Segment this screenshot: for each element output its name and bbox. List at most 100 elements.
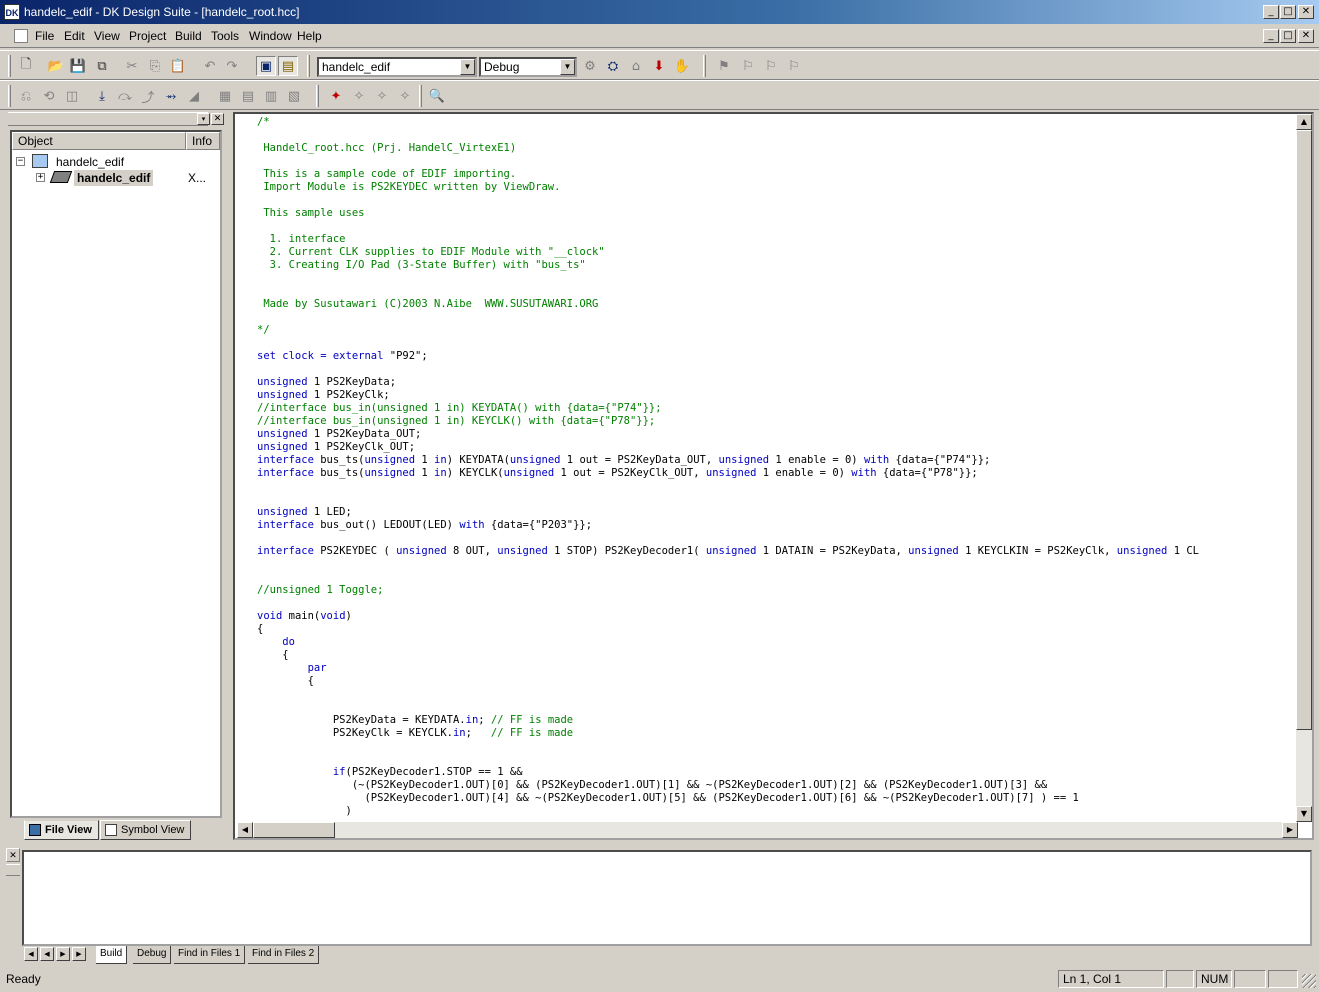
save-icon[interactable]: 💾	[68, 56, 88, 76]
project-combo[interactable]: handelc_edif ▼	[317, 57, 477, 77]
open-folder-icon[interactable]: 📂	[46, 56, 66, 76]
menu-project[interactable]: Project	[129, 29, 166, 43]
output-text[interactable]	[22, 850, 1312, 946]
bookmark-clear-icon[interactable]: ⚐	[784, 56, 804, 76]
code-line[interactable]	[257, 129, 1299, 142]
menu-help[interactable]: Help	[297, 29, 322, 43]
code-line[interactable]: )	[257, 805, 1299, 818]
tab-first-icon[interactable]: ◀	[24, 947, 38, 961]
code-line[interactable]	[257, 480, 1299, 493]
code-line[interactable]: HandelC_root.hcc (Prj. HandelC_VirtexE1)	[257, 142, 1299, 155]
stop-build-icon[interactable]: ⬇	[649, 56, 669, 76]
tab-symbol-view[interactable]: Symbol View	[100, 820, 192, 840]
menu-build[interactable]: Build	[175, 29, 202, 43]
paste-icon[interactable]: 📋	[168, 56, 188, 76]
column-object-header[interactable]: Object	[12, 132, 186, 150]
undo-icon[interactable]: ↶	[200, 56, 220, 76]
code-line[interactable]: void main(void)	[257, 610, 1299, 623]
code-line[interactable]	[257, 571, 1299, 584]
code-line[interactable]: unsigned 1 PS2KeyData_OUT;	[257, 428, 1299, 441]
tab-next-icon[interactable]: ▶	[56, 947, 70, 961]
redo-icon[interactable]: ↷	[222, 56, 242, 76]
sim-stop-icon[interactable]: ✧	[395, 86, 415, 106]
chevron-down-icon[interactable]: ▼	[560, 59, 575, 75]
code-line[interactable]: Made by Susutawari (C)2003 N.Aibe WWW.SU…	[257, 298, 1299, 311]
toolbar-grip[interactable]	[419, 85, 422, 107]
registers-window-icon[interactable]: ▥	[261, 86, 281, 106]
tab-find-in-files-1[interactable]: Find in Files 1	[174, 946, 246, 964]
bookmark-toggle-icon[interactable]: ⚑	[714, 56, 734, 76]
code-line[interactable]: //interface bus_in(unsigned 1 in) KEYCLK…	[257, 415, 1299, 428]
sim-pause-icon[interactable]: ✧	[372, 86, 392, 106]
code-line[interactable]: interface PS2KEYDEC ( unsigned 8 OUT, un…	[257, 545, 1299, 558]
title-bar[interactable]: DK handelc_edif - DK Design Suite - [han…	[0, 0, 1319, 24]
code-line[interactable]	[257, 753, 1299, 766]
code-line[interactable]: unsigned 1 PS2KeyClk_OUT;	[257, 441, 1299, 454]
horizontal-scrollbar[interactable]: ◀ ▶	[237, 822, 1298, 838]
code-line[interactable]	[257, 493, 1299, 506]
code-line[interactable]: 2. Current CLK supplies to EDIF Module w…	[257, 246, 1299, 259]
code-line[interactable]: set clock = external "P92";	[257, 350, 1299, 363]
scroll-down-icon[interactable]: ▼	[1296, 806, 1312, 822]
expand-icon[interactable]: +	[36, 173, 45, 182]
tab-find-in-files-2[interactable]: Find in Files 2	[248, 946, 320, 964]
code-line[interactable]: This is a sample code of EDIF importing.	[257, 168, 1299, 181]
output-grip[interactable]	[6, 864, 20, 876]
bookmark-next-icon[interactable]: ⚐	[738, 56, 758, 76]
code-line[interactable]	[257, 532, 1299, 545]
maximize-button[interactable]: □	[1280, 5, 1296, 19]
doc-minimize-button[interactable]: _	[1263, 29, 1279, 43]
code-line[interactable]	[257, 701, 1299, 714]
toolbar-grip[interactable]	[8, 55, 11, 77]
simulate-icon[interactable]: ✦	[326, 86, 346, 106]
code-line[interactable]: This sample uses	[257, 207, 1299, 220]
compile-icon[interactable]: ⚙	[580, 56, 600, 76]
chevron-down-icon[interactable]: ▼	[460, 59, 475, 75]
doc-close-button[interactable]: ✕	[1298, 29, 1314, 43]
tree-item-workspace[interactable]: − handelc_edif	[16, 154, 216, 170]
code-line[interactable]: /*	[257, 116, 1299, 129]
code-line[interactable]: unsigned 1 PS2KeyClk;	[257, 389, 1299, 402]
output-close-icon[interactable]: ✕	[6, 848, 20, 862]
code-line[interactable]	[257, 220, 1299, 233]
run-to-cursor-icon[interactable]: ⥇	[161, 86, 181, 106]
vertical-scrollbar[interactable]: ▲ ▼	[1296, 114, 1312, 822]
code-line[interactable]: unsigned 1 LED;	[257, 506, 1299, 519]
code-line[interactable]	[257, 272, 1299, 285]
rebuild-icon[interactable]: ⌂	[626, 56, 646, 76]
code-line[interactable]: PS2KeyClk = KEYCLK.in; // FF is made	[257, 727, 1299, 740]
code-line[interactable]: PS2KeyData = KEYDATA.in; // FF is made	[257, 714, 1299, 727]
code-line[interactable]: par	[257, 662, 1299, 675]
code-line[interactable]: (PS2KeyDecoder1.OUT)[4] && ~(PS2KeyDecod…	[257, 792, 1299, 805]
output-toggle-icon[interactable]: ▤	[278, 56, 298, 76]
code-line[interactable]: do	[257, 636, 1299, 649]
scroll-thumb[interactable]	[1296, 130, 1312, 730]
variables-window-icon[interactable]: ▤	[238, 86, 258, 106]
cut-icon[interactable]: ✂	[122, 56, 142, 76]
hscroll-thumb[interactable]	[253, 822, 335, 838]
resize-grip-icon[interactable]	[1302, 974, 1316, 988]
panel-dock-icon[interactable]: ▾	[197, 113, 210, 125]
hand-icon[interactable]: ✋	[672, 56, 692, 76]
code-line[interactable]: */	[257, 324, 1299, 337]
code-line[interactable]	[257, 155, 1299, 168]
copy-icon[interactable]: ⎘	[145, 56, 165, 76]
toolbar-grip[interactable]	[316, 85, 319, 107]
code-line[interactable]	[257, 363, 1299, 376]
code-line[interactable]: Import Module is PS2KEYDEC written by Vi…	[257, 181, 1299, 194]
debug-stop-icon[interactable]: ◫	[62, 86, 82, 106]
collapse-icon[interactable]: −	[16, 157, 25, 166]
code-line[interactable]	[257, 558, 1299, 571]
doc-restore-button[interactable]: □	[1280, 29, 1296, 43]
scroll-up-icon[interactable]: ▲	[1296, 114, 1312, 130]
code-line[interactable]: unsigned 1 PS2KeyData;	[257, 376, 1299, 389]
tree-item-project[interactable]: + handelc_edif X...	[36, 170, 216, 186]
toolbar-grip[interactable]	[703, 55, 706, 77]
code-line[interactable]	[257, 285, 1299, 298]
code-line[interactable]: (~(PS2KeyDecoder1.OUT)[0] && (PS2KeyDeco…	[257, 779, 1299, 792]
tab-prev-icon[interactable]: ◀	[40, 947, 54, 961]
bookmark-prev-icon[interactable]: ⚐	[761, 56, 781, 76]
code-line[interactable]: {	[257, 675, 1299, 688]
app-icon[interactable]: DK	[4, 4, 20, 20]
step-out-icon[interactable]: ⤴	[138, 86, 158, 106]
